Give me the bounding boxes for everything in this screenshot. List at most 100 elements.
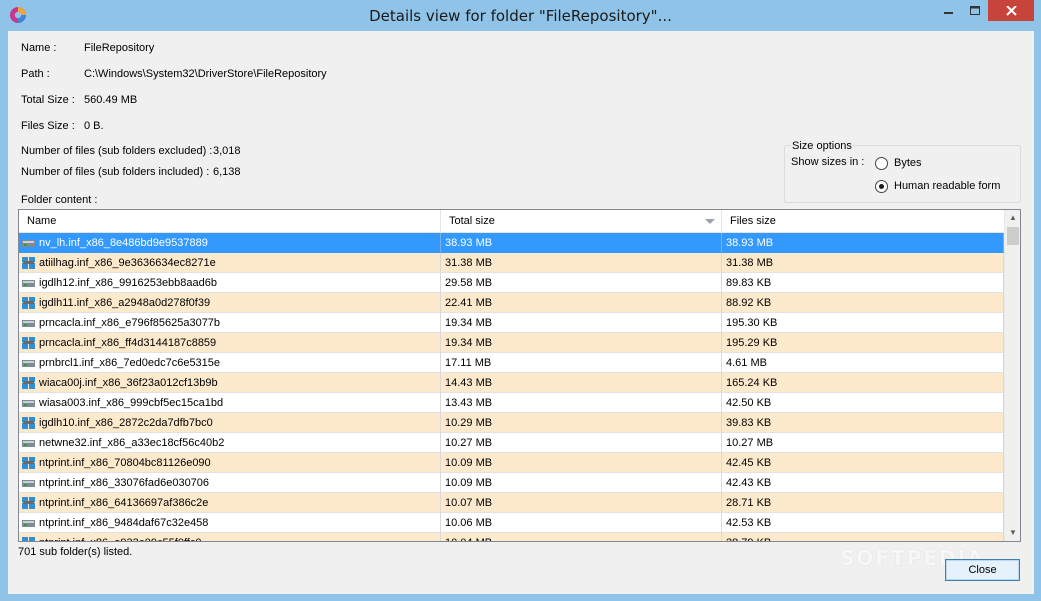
row-total-size-cell: 10.29 MB bbox=[441, 413, 722, 433]
row-name-cell: netwne32.inf_x86_a33ec18cf56c40b2 bbox=[19, 433, 441, 453]
folder-icon bbox=[22, 377, 35, 389]
row-total-size-cell: 19.34 MB bbox=[441, 313, 722, 333]
bytes-radio-label[interactable]: Bytes bbox=[894, 157, 922, 169]
row-total-size-cell: 10.06 MB bbox=[441, 513, 722, 533]
maximize-icon bbox=[970, 5, 980, 15]
name-value: FileRepository bbox=[84, 42, 155, 54]
list-body: nv_lh.inf_x86_8e486bd9e9537889 38.93 MB 38… bbox=[19, 233, 1004, 541]
folder-icon bbox=[22, 520, 35, 527]
files-excluded-label: Number of files (sub folders excluded) : bbox=[21, 145, 213, 157]
vertical-scrollbar[interactable]: ▲ ▼ bbox=[1004, 210, 1020, 541]
folder-icon bbox=[22, 440, 35, 447]
table-row[interactable]: ntprint.inf_x86_9484daf67c32e458 10.06 MB… bbox=[19, 513, 1004, 533]
row-total-size-cell: 17.11 MB bbox=[441, 353, 722, 373]
total-size-label: Total Size : bbox=[21, 94, 75, 106]
scroll-down-arrow-icon[interactable]: ▼ bbox=[1005, 525, 1020, 541]
list-header: Name Total size Files size bbox=[19, 210, 1004, 233]
details-window: Details view for folder "FileRepository"… bbox=[0, 0, 1041, 601]
close-icon bbox=[1005, 5, 1017, 16]
row-total-size-cell: 10.09 MB bbox=[441, 453, 722, 473]
folder-icon bbox=[22, 480, 35, 487]
table-row[interactable]: igdlh12.inf_x86_9916253ebb8aad6b 29.58 MB… bbox=[19, 273, 1004, 293]
column-header-total-size[interactable]: Total size bbox=[441, 210, 722, 233]
row-total-size-cell: 19.34 MB bbox=[441, 333, 722, 353]
row-total-size-cell: 31.38 MB bbox=[441, 253, 722, 273]
size-options-title: Size options bbox=[791, 140, 853, 152]
row-total-size-cell: 14.43 MB bbox=[441, 373, 722, 393]
human-readable-radio[interactable] bbox=[875, 180, 888, 193]
close-button[interactable]: Close bbox=[945, 559, 1020, 581]
scrollbar-thumb[interactable] bbox=[1007, 227, 1019, 245]
name-label: Name : bbox=[21, 42, 57, 54]
row-files-size-cell: 28.79 KB bbox=[722, 533, 1004, 541]
table-row[interactable]: wiasa003.inf_x86_999cbf5ec15ca1bd 13.43 M… bbox=[19, 393, 1004, 413]
row-name-cell: ntprint.inf_x86_33076fad6e030706 bbox=[19, 473, 441, 493]
row-name-cell: ntprint.inf_x86_70804bc81126e090 bbox=[19, 453, 441, 473]
row-total-size-cell: 10.07 MB bbox=[441, 493, 722, 513]
show-sizes-label: Show sizes in : bbox=[791, 156, 865, 168]
sort-descending-icon bbox=[705, 219, 715, 224]
folder-icon bbox=[22, 360, 35, 367]
minimize-icon bbox=[943, 11, 953, 14]
table-row[interactable]: ntprint.inf_x86_70804bc81126e090 10.09 MB… bbox=[19, 453, 1004, 473]
row-files-size-cell: 42.45 KB bbox=[722, 453, 1004, 473]
table-row[interactable]: netwne32.inf_x86_a33ec18cf56c40b2 10.27 M… bbox=[19, 433, 1004, 453]
row-total-size-cell: 38.93 MB bbox=[441, 233, 722, 253]
folder-icon bbox=[22, 537, 35, 541]
folder-icon bbox=[22, 320, 35, 327]
folder-icon bbox=[22, 240, 35, 247]
scroll-up-arrow-icon[interactable]: ▲ bbox=[1005, 210, 1020, 226]
folder-icon bbox=[22, 457, 35, 469]
table-row[interactable]: igdlh10.inf_x86_2872c2da7dfb7bc0 10.29 MB… bbox=[19, 413, 1004, 433]
row-files-size-cell: 42.53 KB bbox=[722, 513, 1004, 533]
bytes-radio[interactable] bbox=[875, 157, 888, 170]
window-close-button[interactable] bbox=[988, 0, 1034, 21]
row-name-cell: ntprint.inf_x86_9484daf67c32e458 bbox=[19, 513, 441, 533]
row-total-size-cell: 22.41 MB bbox=[441, 293, 722, 313]
row-files-size-cell: 31.38 MB bbox=[722, 253, 1004, 273]
size-options-group bbox=[784, 145, 1021, 203]
row-total-size-cell: 29.58 MB bbox=[441, 273, 722, 293]
window-title: Details view for folder "FileRepository"… bbox=[369, 7, 672, 25]
row-name-cell: prncacla.inf_x86_ff4d3144187c8859 bbox=[19, 333, 441, 353]
table-row[interactable]: ntprint.inf_x86_a933e09c55f0ffc010.04 MB… bbox=[19, 533, 1004, 541]
title-bar[interactable]: Details view for folder "FileRepository"… bbox=[0, 0, 1041, 31]
table-row[interactable]: ntprint.inf_x86_33076fad6e030706 10.09 MB… bbox=[19, 473, 1004, 493]
table-row[interactable]: prncacla.inf_x86_ff4d3144187c8859 19.34 M… bbox=[19, 333, 1004, 353]
path-label: Path : bbox=[21, 68, 50, 80]
table-row[interactable]: wiaca00j.inf_x86_36f23a012cf13b9b 14.43 M… bbox=[19, 373, 1004, 393]
maximize-button[interactable] bbox=[962, 0, 988, 21]
row-name-cell: prnbrcl1.inf_x86_7ed0edc7c6e5315e bbox=[19, 353, 441, 373]
folder-content-list[interactable]: Name Total size Files size nv_lh.inf_x86… bbox=[18, 209, 1021, 542]
folder-icon bbox=[22, 297, 35, 309]
table-row[interactable]: atiilhag.inf_x86_9e3636634ec8271e 31.38 M… bbox=[19, 253, 1004, 273]
path-value: C:\Windows\System32\DriverStore\FileRepo… bbox=[84, 68, 327, 80]
column-header-files-size[interactable]: Files size bbox=[722, 210, 1004, 233]
files-included-value: 6,138 bbox=[213, 166, 241, 178]
row-files-size-cell: 38.93 MB bbox=[722, 233, 1004, 253]
files-size-value: 0 B. bbox=[84, 120, 104, 132]
human-readable-radio-label[interactable]: Human readable form bbox=[894, 180, 1000, 192]
row-name-cell: igdlh10.inf_x86_2872c2da7dfb7bc0 bbox=[19, 413, 441, 433]
row-files-size-cell: 165.24 KB bbox=[722, 373, 1004, 393]
minimize-button[interactable] bbox=[935, 0, 962, 21]
table-row[interactable]: nv_lh.inf_x86_8e486bd9e9537889 38.93 MB 38… bbox=[19, 233, 1004, 253]
table-row[interactable]: prncacla.inf_x86_e796f85625a3077b 19.34 M… bbox=[19, 313, 1004, 333]
row-files-size-cell: 39.83 KB bbox=[722, 413, 1004, 433]
row-total-size-cell: 10.09 MB bbox=[441, 473, 722, 493]
column-header-name[interactable]: Name bbox=[19, 210, 441, 233]
table-row[interactable]: prnbrcl1.inf_x86_7ed0edc7c6e5315e 17.11 M… bbox=[19, 353, 1004, 373]
row-name-cell: ntprint.inf_x86_a933e09c55f0ffc0 bbox=[19, 533, 441, 541]
folder-icon bbox=[22, 337, 35, 349]
table-row[interactable]: ntprint.inf_x86_64136697af386c2e 10.07 MB… bbox=[19, 493, 1004, 513]
row-name-cell: wiaca00j.inf_x86_36f23a012cf13b9b bbox=[19, 373, 441, 393]
row-name-cell: atiilhag.inf_x86_9e3636634ec8271e bbox=[19, 253, 441, 273]
row-name-cell: igdlh12.inf_x86_9916253ebb8aad6b bbox=[19, 273, 441, 293]
row-total-size-cell: 13.43 MB bbox=[441, 393, 722, 413]
row-files-size-cell: 28.71 KB bbox=[722, 493, 1004, 513]
row-name-cell: wiasa003.inf_x86_999cbf5ec15ca1bd bbox=[19, 393, 441, 413]
files-excluded-value: 3,018 bbox=[213, 145, 241, 157]
row-files-size-cell: 195.29 KB bbox=[722, 333, 1004, 353]
table-row[interactable]: igdlh11.inf_x86_a2948a0d278f0f39 22.41 MB… bbox=[19, 293, 1004, 313]
files-included-label: Number of files (sub folders included) : bbox=[21, 166, 210, 178]
